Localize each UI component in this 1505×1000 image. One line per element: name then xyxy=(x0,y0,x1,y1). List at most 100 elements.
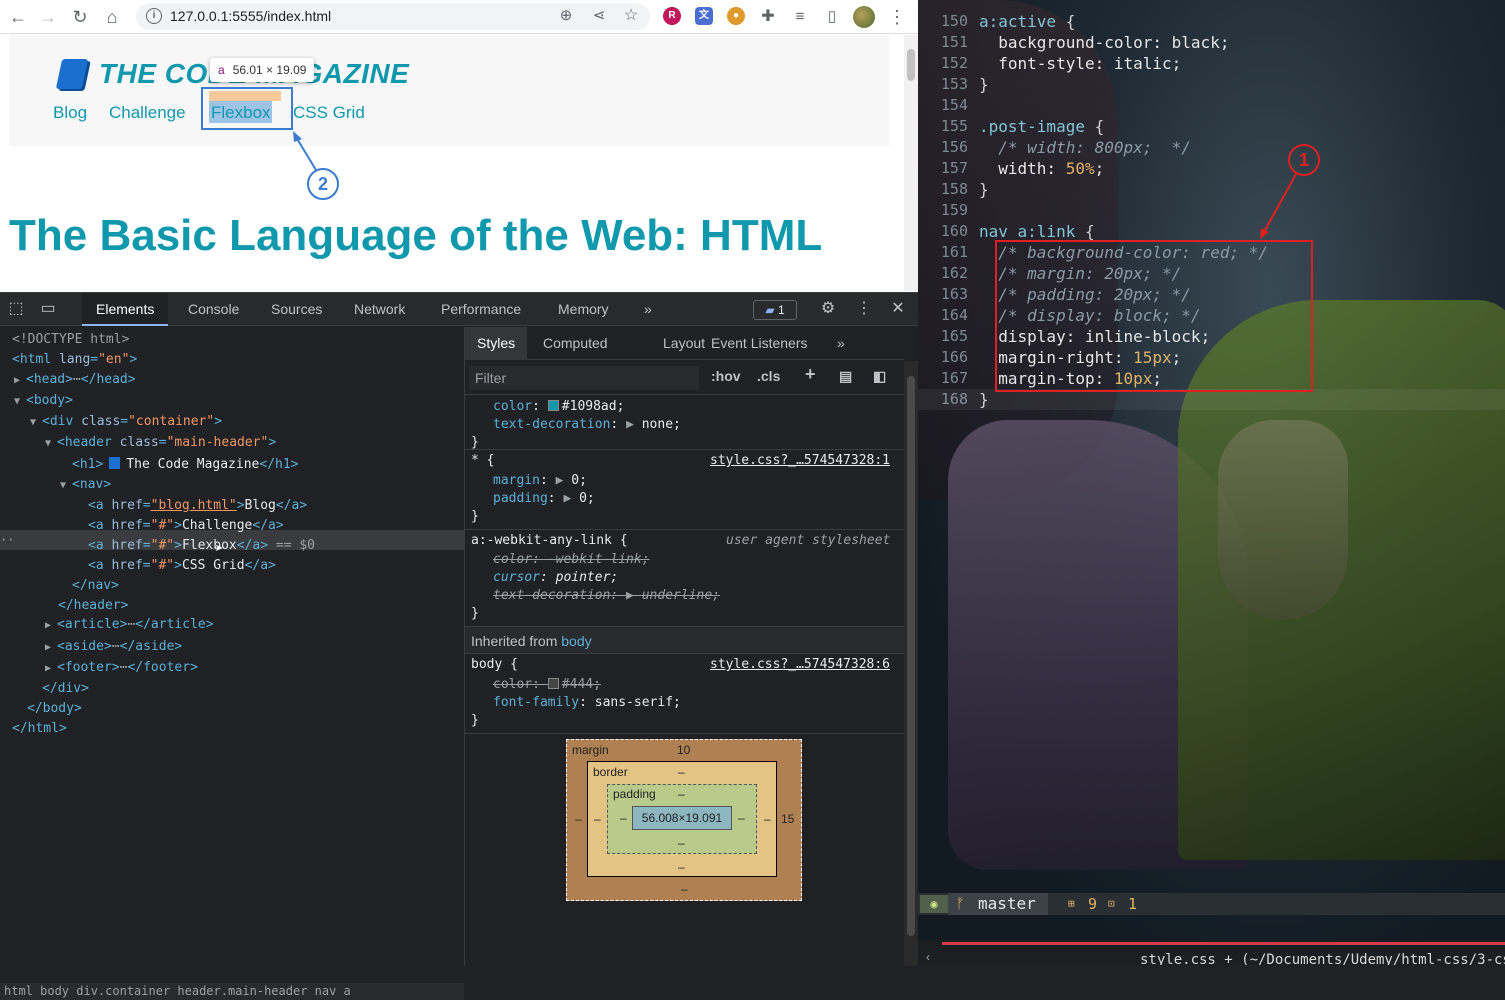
border-bottom-value[interactable]: – xyxy=(678,860,685,874)
tab-computed[interactable]: Computed xyxy=(531,327,620,360)
rule-source-link[interactable]: style.css?_…574547328:6 xyxy=(710,656,890,674)
tree-html[interactable]: <html lang="en"> xyxy=(12,350,137,370)
prop-font-family[interactable]: font-family: sans-serif; xyxy=(493,694,681,712)
device-toolbar-icon[interactable]: ▭ xyxy=(38,299,58,319)
more-tabs-icon[interactable]: » xyxy=(630,293,666,326)
reload-icon[interactable]: ↻ xyxy=(68,5,92,29)
tab-memory[interactable]: Memory xyxy=(544,293,623,326)
border-left-value[interactable]: – xyxy=(594,812,601,826)
close-devtools-icon[interactable]: ✕ xyxy=(888,299,908,319)
rule-body: body { style.css?_…574547328:6 color: #4… xyxy=(465,654,904,734)
book-emoji-icon xyxy=(109,457,121,469)
prop-color-overridden[interactable]: color: -webkit-link; xyxy=(493,551,650,569)
row-dots-icon[interactable]: ·· xyxy=(0,530,14,550)
hov-button[interactable]: :hov xyxy=(711,368,741,384)
prop-color[interactable]: color: #1098ad; xyxy=(493,398,624,416)
tree-html-close[interactable]: </html> xyxy=(12,719,67,739)
tree-h1[interactable]: <h1> The Code Magazine</h1> xyxy=(72,455,299,475)
tree-a-challenge[interactable]: <a href="#">Challenge</a> xyxy=(88,516,284,536)
prop-cursor[interactable]: cursor: pointer; xyxy=(493,569,618,587)
element-state-icon[interactable]: ▤ xyxy=(839,368,852,385)
prop-text-decoration[interactable]: text-decoration: ▶ none; xyxy=(493,416,681,434)
box-model-content[interactable]: 56.008×19.091 xyxy=(632,806,732,830)
devtools-menu-icon[interactable]: ⋮ xyxy=(854,299,874,319)
color-swatch xyxy=(547,400,559,411)
inherited-from-link[interactable]: body xyxy=(561,633,591,649)
tree-a-blog[interactable]: <a href="blog.html">Blog</a> xyxy=(88,496,307,516)
tree-nav-close[interactable]: </nav> xyxy=(72,576,119,596)
vim-cmdline: ‹ style.css + (~/Documents/Udemy/html-cs… xyxy=(918,940,1505,965)
extensions-puzzle-icon[interactable]: ✚ xyxy=(756,5,780,29)
prop-padding[interactable]: padding: ▶ 0; xyxy=(493,490,595,508)
prop-color-overridden[interactable]: color: #444; xyxy=(493,676,601,694)
address-bar[interactable]: i 127.0.0.1:5555/index.html ⊕ ⋖ ☆ xyxy=(136,3,650,30)
home-icon[interactable]: ⌂ xyxy=(100,5,124,29)
padding-top-value[interactable]: – xyxy=(678,787,685,801)
toggle-sidebar-icon[interactable]: ◧ xyxy=(873,368,886,385)
padding-left-value[interactable]: – xyxy=(620,811,627,825)
margin-top-value[interactable]: 10 xyxy=(677,743,690,757)
padding-right-value[interactable]: – xyxy=(738,811,745,825)
tab-network[interactable]: Network xyxy=(340,293,419,326)
border-right-value[interactable]: – xyxy=(764,812,771,826)
back-icon[interactable]: ← xyxy=(6,5,30,29)
rule-source-link[interactable]: style.css?_…574547328:1 xyxy=(710,452,890,470)
tree-a-flexbox-selected[interactable]: <a href="#">Flexbox</a> == $0 xyxy=(88,536,315,556)
sidepanel-icon[interactable]: ▯ xyxy=(820,5,844,29)
margin-bottom-value[interactable]: – xyxy=(681,882,688,896)
padding-bottom-value[interactable]: – xyxy=(678,836,685,850)
margin-right-value[interactable]: 15 xyxy=(781,812,794,826)
forward-icon[interactable]: → xyxy=(36,5,60,29)
site-info-icon[interactable]: i xyxy=(146,8,162,24)
margin-label: margin xyxy=(572,743,609,757)
tab-styles[interactable]: Styles xyxy=(465,327,528,360)
box-model-border[interactable]: border – – – – padding – – – – 56.008×19… xyxy=(587,761,777,877)
translate-extension-icon[interactable]: 文 xyxy=(695,7,713,25)
tab-console[interactable]: Console xyxy=(174,293,253,326)
styles-scrollbar[interactable] xyxy=(904,361,918,966)
tree-head[interactable]: ▶ <head>⋯</head> xyxy=(14,370,136,390)
tree-aside[interactable]: ▶ <aside>⋯</aside> xyxy=(45,637,182,657)
tree-nav[interactable]: ▼ <nav> xyxy=(60,475,111,495)
inspect-element-icon[interactable]: ⬚ xyxy=(6,299,26,319)
border-top-value[interactable]: – xyxy=(678,765,685,779)
share-icon[interactable]: ⋖ xyxy=(587,4,611,28)
tab-elements[interactable]: Elements xyxy=(82,293,169,326)
annotation-marker-1: 1 xyxy=(1288,144,1320,176)
settings-gear-icon[interactable]: ⚙ xyxy=(818,299,838,319)
cookie-extension-icon[interactable]: ● xyxy=(727,7,745,25)
styles-filter-input[interactable]: Filter xyxy=(469,366,699,390)
tree-footer[interactable]: ▶ <footer>⋯</footer> xyxy=(45,658,198,678)
extension-icon-1[interactable]: R xyxy=(663,7,681,25)
prop-text-decoration-overridden[interactable]: text-decoration: ▶ underline; xyxy=(493,587,720,605)
tree-div-close[interactable]: </div> xyxy=(42,679,89,699)
collapse-triangle-icon: ▼ xyxy=(14,396,21,407)
chevron-left-icon: ‹ xyxy=(926,950,930,964)
tab-performance[interactable]: Performance xyxy=(427,293,535,326)
tree-header-close[interactable]: </header> xyxy=(58,596,128,616)
tree-body-close[interactable]: </body> xyxy=(27,699,82,719)
media-icon[interactable]: ≡ xyxy=(788,5,812,29)
page-scrollbar[interactable] xyxy=(904,35,918,291)
tree-article[interactable]: ▶ <article>⋯</article> xyxy=(45,615,214,635)
new-rule-icon[interactable]: + xyxy=(805,364,816,385)
box-model-padding[interactable]: padding – – – – 56.008×19.091 xyxy=(607,784,757,854)
profile-avatar[interactable] xyxy=(853,6,875,28)
tab-sources[interactable]: Sources xyxy=(257,293,336,326)
box-model-margin[interactable]: margin 10 15 – – border – – – – padding … xyxy=(566,739,802,901)
menu-kebab-icon[interactable]: ⋮ xyxy=(885,5,909,29)
breadcrumb[interactable]: html body div.container header.main-head… xyxy=(0,983,464,1000)
tree-a-css-grid[interactable]: <a href="#">CSS Grid</a> xyxy=(88,556,276,576)
tree-doctype[interactable]: <!DOCTYPE html> xyxy=(12,330,129,350)
zoom-icon[interactable]: ⊕ xyxy=(554,4,578,28)
tree-div-container[interactable]: ▼ <div class="container"> xyxy=(30,412,222,432)
tree-header[interactable]: ▼ <header class="main-header"> xyxy=(45,433,276,453)
prop-margin[interactable]: margin: ▶ 0; xyxy=(493,472,587,490)
styles-more-tabs-icon[interactable]: » xyxy=(825,327,857,360)
tab-event-listeners[interactable]: Event Listeners xyxy=(699,327,820,360)
cls-button[interactable]: .cls xyxy=(757,368,780,384)
tree-body[interactable]: ▼ <body> xyxy=(14,391,73,411)
margin-left-value[interactable]: – xyxy=(575,812,582,826)
issues-badge[interactable]: ▰ 1 xyxy=(753,300,797,320)
bookmark-star-icon[interactable]: ☆ xyxy=(619,4,643,28)
